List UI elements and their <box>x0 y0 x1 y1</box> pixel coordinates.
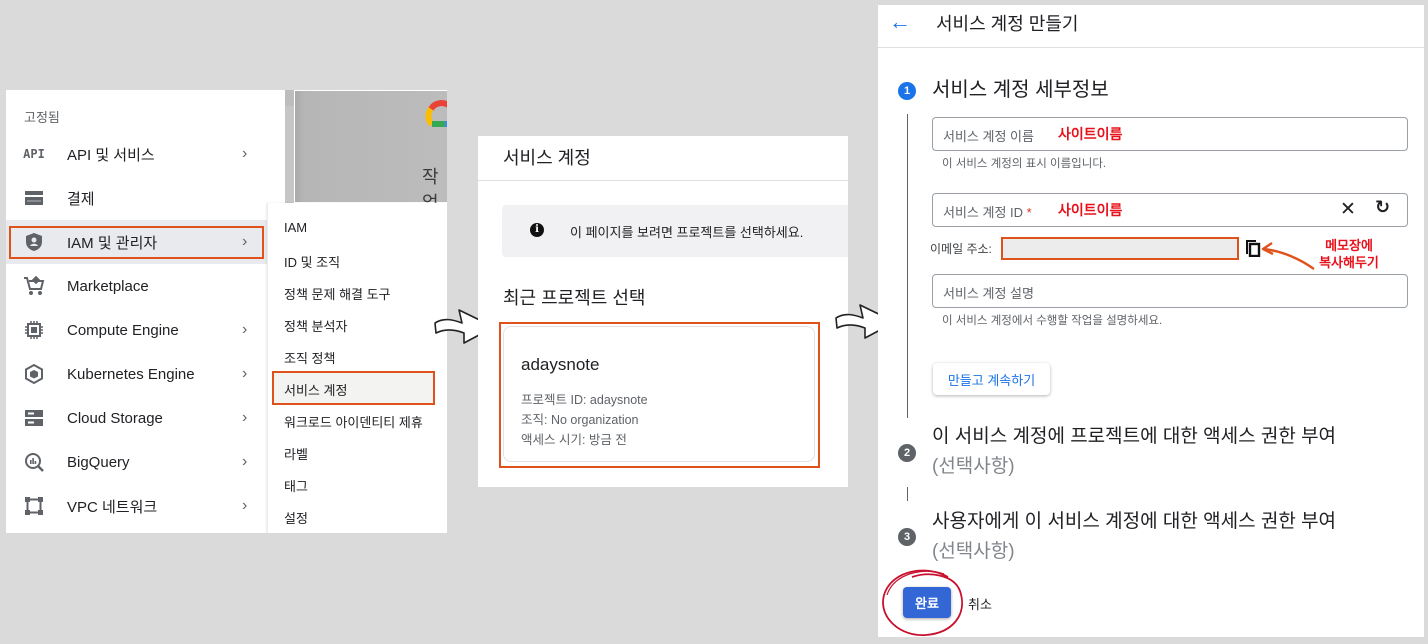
submenu-item-settings[interactable]: 설정 <box>284 508 308 527</box>
annotation-line: 복사해두기 <box>1319 255 1379 270</box>
nav-item-label: Cloud Storage <box>67 409 163 427</box>
nav-item-marketplace[interactable]: Marketplace <box>6 264 290 308</box>
email-label: 이메일 주소: <box>930 242 992 256</box>
nav-menu: 고정됨 API API 및 서비스 › 결제 IAM 및 관리자 › Marke… <box>6 90 290 533</box>
nav-scrollbar[interactable] <box>285 90 294 220</box>
chevron-right-icon: › <box>242 365 248 382</box>
pinned-section-label: 고정됨 <box>24 110 60 125</box>
background-console-card: 작업 <box>295 91 447 213</box>
nav-item-label: Compute Engine <box>67 321 179 339</box>
field-help-text: 이 서비스 계정의 표시 이름입니다. <box>942 158 1107 170</box>
vpc-network-icon <box>23 495 45 517</box>
iam-submenu: IAM ID 및 조직 정책 문제 해결 도구 정책 분석자 조직 정책 서비스… <box>267 203 447 533</box>
divider <box>878 47 1424 48</box>
service-account-id-field[interactable]: 서비스 계정 ID * 사이트이름 ✕ ↻ <box>932 193 1408 227</box>
api-icon: API <box>23 147 45 161</box>
chevron-right-icon: › <box>242 145 248 162</box>
kubernetes-icon <box>23 363 45 385</box>
step-title-text: 사용자에게 이 서비스 계정에 대한 액세스 권한 부여 <box>932 511 1337 532</box>
submenu-item-workload-identity[interactable]: 워크로드 아이덴티티 제휴 <box>284 412 423 431</box>
field-value: 사이트이름 <box>1058 202 1123 218</box>
info-banner-text: 이 페이지를 보려면 프로젝트를 선택하세요. <box>570 225 804 240</box>
chevron-right-icon: › <box>242 409 248 426</box>
info-icon: i <box>530 223 544 237</box>
nav-item-label: 결제 <box>67 190 95 208</box>
billing-icon <box>23 187 45 209</box>
nav-scrollbar-thumb[interactable] <box>285 90 294 106</box>
submenu-item-policy-analyzer[interactable]: 정책 분석자 <box>284 316 347 335</box>
step-optional-label: (선택사항) <box>932 541 1015 562</box>
iam-admin-highlight-box <box>9 226 264 259</box>
create-service-account-panel: ← 서비스 계정 만들기 1 서비스 계정 세부정보 서비스 계정 이름 사이트… <box>878 5 1424 637</box>
chevron-right-icon: › <box>242 497 248 514</box>
nav-item-bigquery[interactable]: BigQuery › <box>6 440 290 484</box>
nav-item-label: API 및 서비스 <box>67 146 155 164</box>
storage-icon <box>23 407 45 429</box>
compute-chip-icon <box>23 319 45 341</box>
step-connector-line <box>907 114 908 418</box>
submenu-item-tags[interactable]: 태그 <box>284 476 308 495</box>
submenu-item-org-policies[interactable]: 조직 정책 <box>284 348 335 367</box>
nav-item-kubernetes-engine[interactable]: Kubernetes Engine › <box>6 352 290 396</box>
nav-item-vpc-network[interactable]: VPC 네트워크 › <box>6 484 290 528</box>
navigation-menu-panel: 고정됨 API API 및 서비스 › 결제 IAM 및 관리자 › Marke… <box>6 90 447 533</box>
chevron-right-icon: › <box>242 453 248 470</box>
service-account-name-field[interactable]: 서비스 계정 이름 사이트이름 <box>932 117 1408 151</box>
page-title: 서비스 계정 만들기 <box>936 14 1079 34</box>
step-title: 사용자에게 이 서비스 계정에 대한 액세스 권한 부여 (선택사항) <box>932 507 1336 567</box>
submenu-item-labels[interactable]: 라벨 <box>284 444 308 463</box>
info-banner: i 이 페이지를 보려면 프로젝트를 선택하세요. <box>502 205 848 257</box>
step-optional-label: (선택사항) <box>932 456 1015 477</box>
nav-item-api-services[interactable]: API API 및 서비스 › <box>6 132 290 176</box>
annotation-circle-icon <box>882 569 963 636</box>
step-number-badge: 2 <box>898 444 916 462</box>
step-title: 이 서비스 계정에 프로젝트에 대한 액세스 권한 부여 (선택사항) <box>932 422 1336 482</box>
required-mark: * <box>1026 205 1032 220</box>
submenu-item-service-accounts[interactable]: 서비스 계정 <box>284 380 347 399</box>
divider <box>478 180 848 181</box>
nav-item-label: BigQuery <box>67 453 130 471</box>
field-help-text: 이 서비스 계정에서 수행할 작업을 설명하세요. <box>942 315 1163 327</box>
refresh-icon[interactable]: ↻ <box>1375 197 1390 218</box>
copy-icon[interactable] <box>1245 239 1261 257</box>
field-label: 서비스 계정 설명 <box>943 286 1034 301</box>
field-label: 서비스 계정 이름 <box>943 129 1034 144</box>
submenu-item-identity-org[interactable]: ID 및 조직 <box>284 252 340 271</box>
marketplace-cart-icon <box>23 275 45 297</box>
google-cloud-logo-icon <box>425 100 447 127</box>
bigquery-icon <box>23 451 45 473</box>
recent-projects-heading: 최근 프로젝트 선택 <box>503 288 646 308</box>
project-card-highlight-box <box>499 322 820 468</box>
step-title: 서비스 계정 세부정보 <box>932 79 1109 101</box>
field-value: 사이트이름 <box>1058 126 1123 142</box>
clear-icon[interactable]: ✕ <box>1340 198 1356 221</box>
step-number-badge: 3 <box>898 528 916 546</box>
step-connector-line <box>907 487 908 501</box>
annotation-note: 메모장에 복사해두기 <box>1306 237 1392 271</box>
nav-item-label: Kubernetes Engine <box>67 365 195 383</box>
nav-item-label: VPC 네트워크 <box>67 498 158 516</box>
service-accounts-page-panel: 서비스 계정 i 이 페이지를 보려면 프로젝트를 선택하세요. 최근 프로젝트… <box>478 136 848 487</box>
nav-item-billing[interactable]: 결제 <box>6 176 290 220</box>
field-label: 서비스 계정 ID * <box>943 202 1032 221</box>
chevron-right-icon: › <box>242 321 248 338</box>
field-label-text: 서비스 계정 ID <box>943 205 1024 220</box>
submenu-item-policy-troubleshooter[interactable]: 정책 문제 해결 도구 <box>284 284 391 303</box>
annotation-line: 메모장에 <box>1325 238 1373 253</box>
step-title-text: 이 서비스 계정에 프로젝트에 대한 액세스 권한 부여 <box>932 426 1337 447</box>
nav-item-compute-engine[interactable]: Compute Engine › <box>6 308 290 352</box>
step-number-badge: 1 <box>898 82 916 100</box>
nav-item-label: Marketplace <box>67 277 149 295</box>
nav-item-cloud-storage[interactable]: Cloud Storage › <box>6 396 290 440</box>
page-title: 서비스 계정 <box>503 148 591 168</box>
submenu-item-iam[interactable]: IAM <box>284 220 307 235</box>
create-and-continue-button[interactable]: 만들고 계속하기 <box>933 363 1050 395</box>
back-arrow-icon[interactable]: ← <box>889 9 911 35</box>
service-account-description-field[interactable]: 서비스 계정 설명 <box>932 274 1408 308</box>
email-address-value <box>1001 237 1239 260</box>
cancel-button[interactable]: 취소 <box>968 594 992 613</box>
